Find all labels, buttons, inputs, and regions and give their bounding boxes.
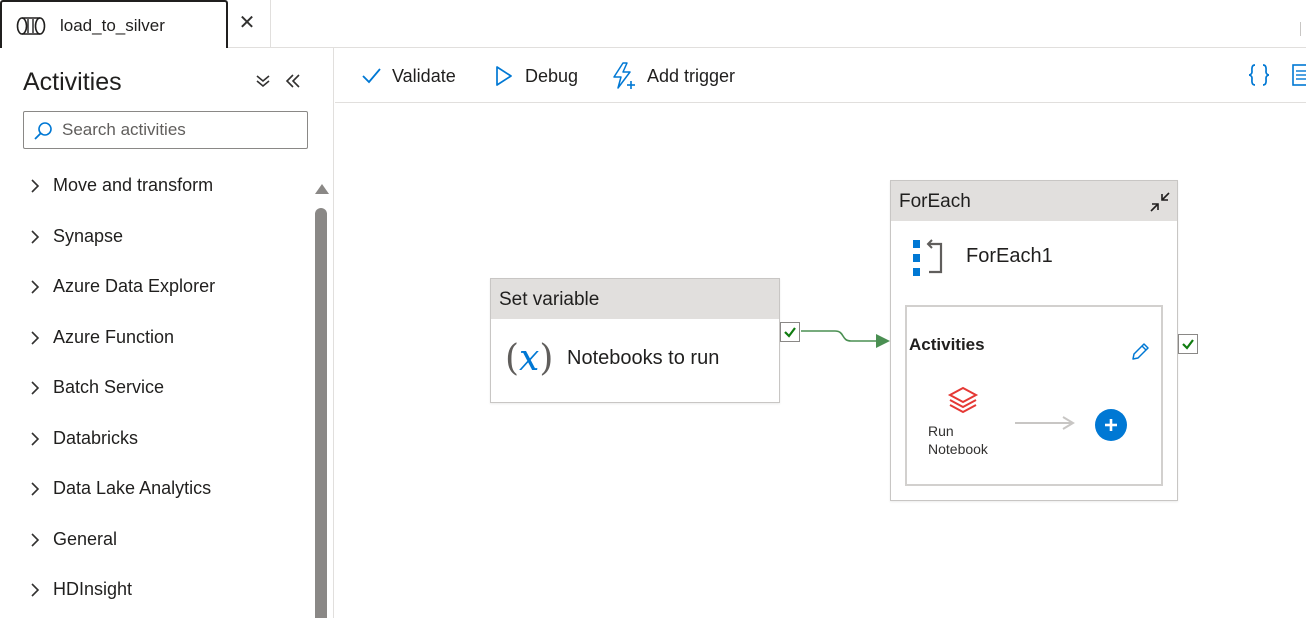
success-check-icon [784,327,796,338]
foreach-activity[interactable]: ForEach ForEach1 Activities Run Notebook [890,180,1178,501]
success-check-icon [1182,339,1194,350]
foreach-icon [913,239,943,276]
set-variable-activity[interactable]: Set variable (x) Notebooks to run [490,278,780,403]
add-trigger-button[interactable]: Add trigger [611,62,735,90]
activity-category-item[interactable]: Azure Function [0,313,314,364]
close-tab-icon[interactable]: ✕ [236,12,258,34]
activities-panel: Activities Move and transform Synapse Azur… [0,48,334,618]
add-trigger-label: Add trigger [647,65,736,86]
validate-label: Validate [392,65,456,86]
activity-type-label: Set variable [499,289,600,310]
chevron-right-icon [31,583,40,597]
variable-icon: (x) [505,338,554,379]
category-label: Databricks [53,427,139,448]
foreach-inner-activities[interactable]: Activities Run Notebook [905,305,1163,486]
properties-icon[interactable] [1292,62,1306,88]
scroll-up-arrow[interactable] [315,184,329,194]
category-label: Azure Data Explorer [53,276,216,296]
chevron-right-icon [31,381,40,395]
pipeline-canvas[interactable]: Set variable (x) Notebooks to run ForEac… [335,104,1306,618]
validate-button[interactable]: Validate [360,62,456,90]
foreach-success-checkbox[interactable] [1178,334,1198,354]
chevron-right-icon [31,280,40,294]
add-activity-button[interactable] [1095,409,1127,441]
pencil-icon[interactable] [1129,341,1151,363]
tab-load-to-silver[interactable]: load_to_silver [0,0,228,48]
pipeline-icon [16,17,46,35]
activity-category-item[interactable]: Move and transform [0,161,314,212]
activity-type-label: ForEach [899,191,971,212]
category-label: General [53,528,118,549]
panel-title: Activities [23,68,122,96]
category-label: Move and transform [53,175,214,195]
activity-category-item[interactable]: Batch Service [0,363,314,414]
category-label: Synapse [53,225,124,246]
activity-category-item[interactable]: General [0,515,314,566]
activity-category-item[interactable]: Synapse [0,212,314,263]
activity-category-list: Move and transform Synapse Azure Data Expl… [0,161,314,616]
activity-header: Set variable [491,279,779,319]
collapse-arrows-icon[interactable] [1147,189,1173,215]
panel-scrollbar[interactable] [313,180,329,618]
tab-label: load_to_silver [60,16,165,35]
chevron-right-icon [31,431,40,446]
databricks-icon[interactable] [947,385,979,417]
chevron-right-icon [31,482,40,496]
chevron-right-icon [31,179,40,193]
pipeline-toolbar: Validate Debug Add trigger [335,48,1306,103]
activity-name: Notebooks to run [567,347,720,369]
tab-divider [270,0,271,48]
activity-category-item[interactable]: Azure Data Explorer [0,262,314,313]
activity-category-item[interactable]: Databricks [0,414,314,465]
play-icon [496,66,512,86]
tab-strip: load_to_silver ✕ [0,0,1306,48]
success-output-checkbox[interactable] [780,322,800,342]
inner-activities-title: Activities [909,335,985,354]
category-label: HDInsight [53,579,133,599]
category-label: Data Lake Analytics [53,478,212,498]
chevron-right-icon [31,229,40,244]
activity-header: ForEach [891,181,1177,221]
plus-icon [1105,419,1117,431]
braces-icon[interactable] [1246,62,1272,88]
category-label: Batch Service [53,377,165,397]
activity-category-item[interactable]: HDInsight [0,565,314,616]
scroll-thumb[interactable] [315,208,327,618]
inner-connector-arrow [1015,416,1075,430]
search-icon [34,122,52,140]
search-activities-box[interactable] [23,111,308,149]
lightning-add-icon [613,62,635,89]
chevron-right-icon [31,330,40,345]
debug-button[interactable]: Debug [493,62,578,90]
chevron-right-icon [31,532,40,547]
overflow-edge [1300,22,1306,36]
search-activities-input[interactable] [62,118,302,142]
collapse-all-icon[interactable] [252,70,274,92]
hide-panel-icon[interactable] [282,70,304,92]
run-notebook-label[interactable]: Run Notebook [928,422,1008,458]
category-label: Azure Function [53,326,175,347]
debug-label: Debug [525,65,579,86]
checkmark-icon [362,68,381,84]
activity-category-item[interactable]: Data Lake Analytics [0,464,314,515]
activity-name: ForEach1 [966,245,1053,267]
